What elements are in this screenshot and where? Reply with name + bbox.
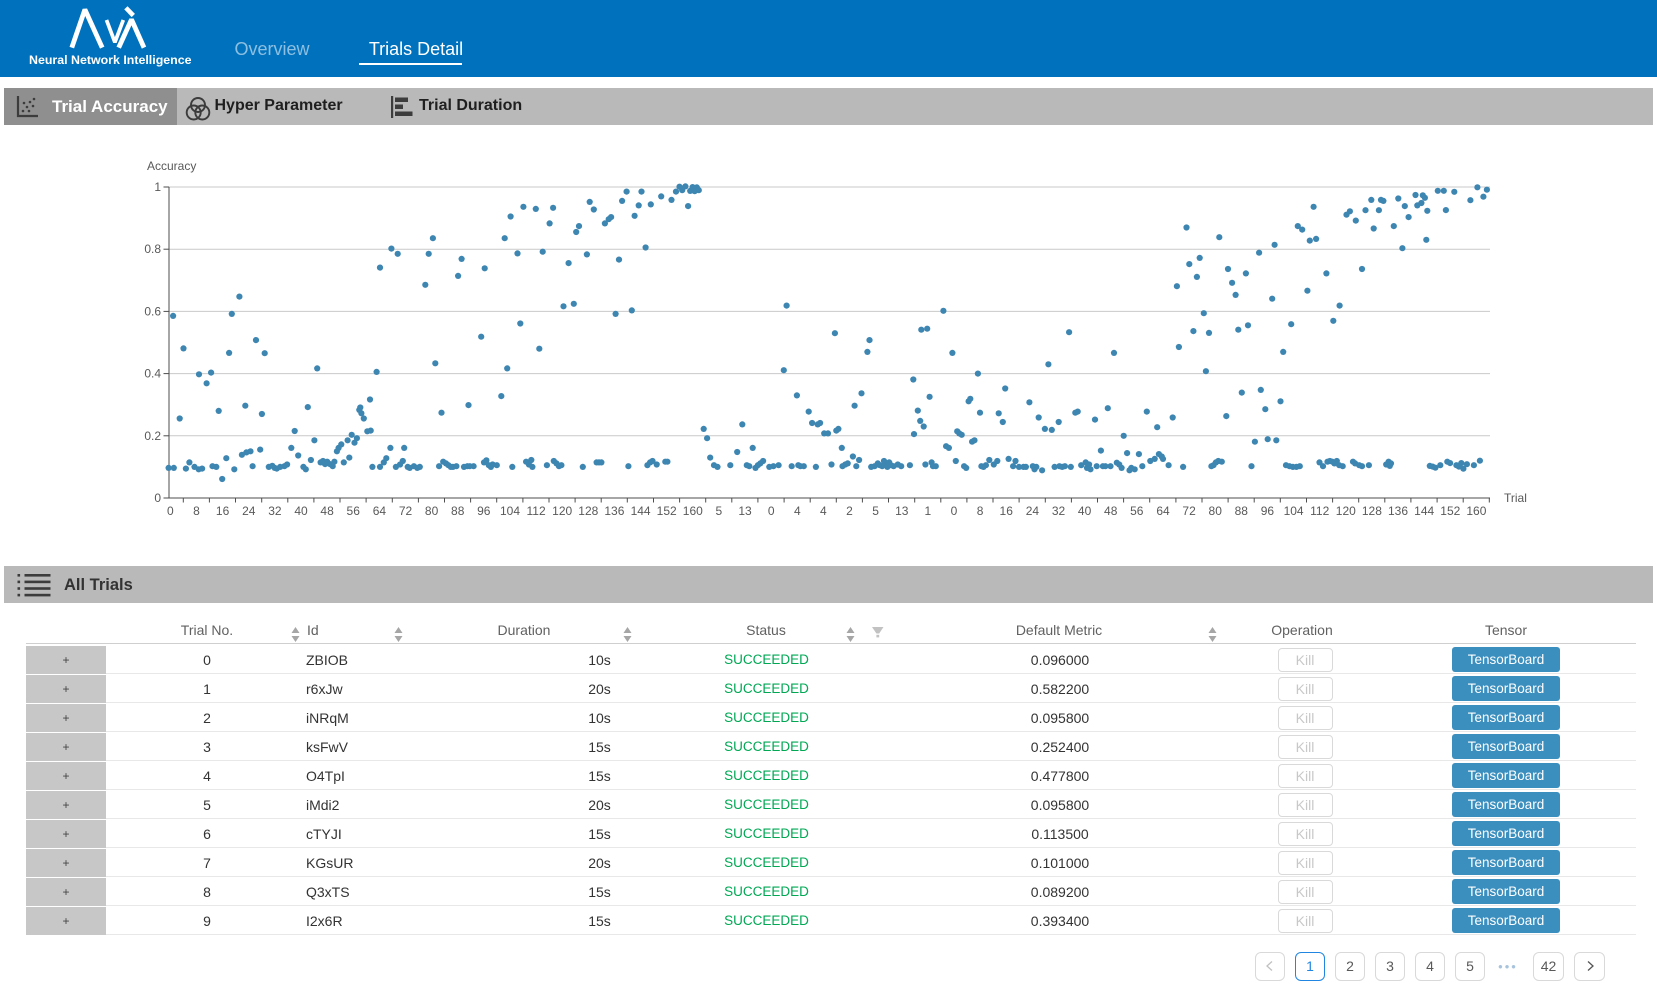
svg-text:24: 24 [1026,504,1040,518]
svg-text:80: 80 [425,504,439,518]
svg-text:128: 128 [578,504,598,518]
svg-text:32: 32 [268,504,282,518]
svg-text:2: 2 [846,504,853,518]
svg-text:64: 64 [1156,504,1170,518]
svg-text:0.6: 0.6 [144,304,161,318]
svg-text:8: 8 [193,504,200,518]
svg-text:144: 144 [631,504,651,518]
svg-text:88: 88 [451,504,465,518]
svg-text:48: 48 [320,504,334,518]
svg-text:56: 56 [347,504,361,518]
svg-text:0: 0 [951,504,958,518]
svg-text:Trial: Trial [1504,491,1527,505]
svg-text:5: 5 [872,504,879,518]
svg-text:72: 72 [1182,504,1196,518]
svg-text:0: 0 [154,491,161,505]
svg-text:104: 104 [1284,504,1304,518]
svg-text:56: 56 [1130,504,1144,518]
svg-text:120: 120 [552,504,572,518]
svg-text:Accuracy: Accuracy [147,159,196,173]
svg-text:40: 40 [294,504,308,518]
svg-text:96: 96 [1261,504,1275,518]
svg-text:136: 136 [604,504,624,518]
svg-text:80: 80 [1209,504,1223,518]
svg-text:152: 152 [657,504,677,518]
svg-text:0.4: 0.4 [144,367,161,381]
svg-text:96: 96 [477,504,491,518]
svg-text:144: 144 [1414,504,1434,518]
svg-text:152: 152 [1440,504,1460,518]
svg-text:4: 4 [820,504,827,518]
svg-text:104: 104 [500,504,520,518]
svg-text:13: 13 [738,504,752,518]
svg-text:0: 0 [768,504,775,518]
svg-text:1: 1 [154,180,161,194]
svg-text:0.8: 0.8 [144,242,161,256]
svg-text:40: 40 [1078,504,1092,518]
svg-text:160: 160 [1466,504,1486,518]
svg-text:88: 88 [1235,504,1249,518]
svg-text:32: 32 [1052,504,1066,518]
svg-text:16: 16 [216,504,230,518]
svg-text:136: 136 [1388,504,1408,518]
svg-text:1: 1 [925,504,932,518]
svg-text:16: 16 [1000,504,1014,518]
svg-text:8: 8 [977,504,984,518]
svg-text:128: 128 [1362,504,1382,518]
svg-text:48: 48 [1104,504,1118,518]
svg-text:5: 5 [716,504,723,518]
svg-text:24: 24 [242,504,256,518]
svg-text:0.2: 0.2 [144,429,161,443]
svg-text:0: 0 [167,504,174,518]
svg-text:112: 112 [527,504,546,518]
svg-text:64: 64 [373,504,387,518]
svg-text:4: 4 [794,504,801,518]
svg-text:120: 120 [1336,504,1356,518]
svg-text:112: 112 [1310,504,1329,518]
svg-text:160: 160 [683,504,703,518]
svg-text:13: 13 [895,504,909,518]
svg-text:72: 72 [399,504,413,518]
